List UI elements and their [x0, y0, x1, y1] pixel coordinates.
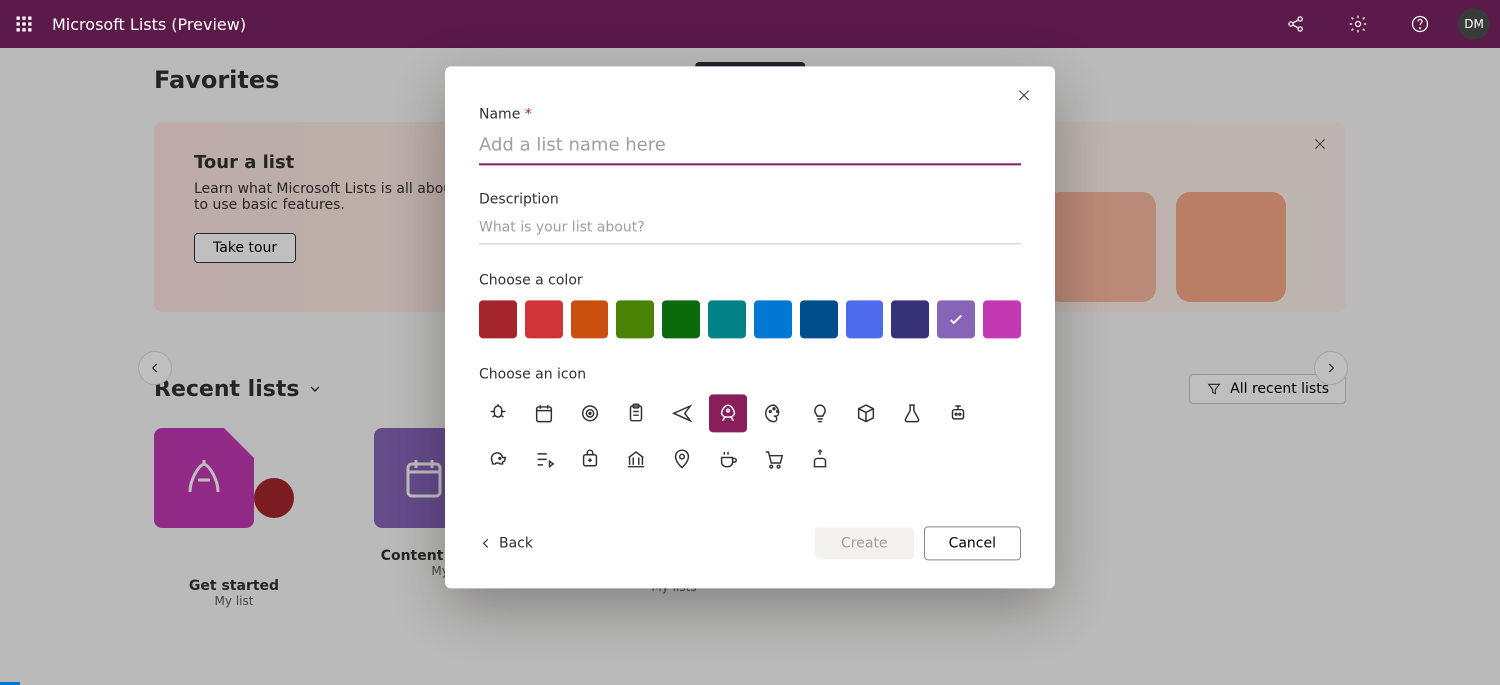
create-list-dialog: Name * Description Choose a color Choose… [445, 66, 1055, 588]
close-icon [1016, 87, 1032, 103]
description-input[interactable] [479, 213, 1021, 244]
color-swatch-green[interactable] [616, 300, 654, 338]
app-launcher-icon[interactable] [10, 10, 38, 38]
color-picker [479, 300, 1021, 338]
robot-icon-option[interactable] [939, 394, 977, 432]
coffee-icon-option[interactable] [709, 440, 747, 478]
share-icon[interactable] [1272, 0, 1320, 48]
color-swatch-lavender[interactable] [846, 300, 884, 338]
settings-icon[interactable] [1334, 0, 1382, 48]
beaker-icon-option[interactable] [893, 394, 931, 432]
app-header: Microsoft Lists (Preview) DM [0, 0, 1500, 48]
cancel-button[interactable]: Cancel [924, 526, 1021, 560]
name-field-label: Name * [479, 106, 1021, 122]
color-swatch-teal[interactable] [708, 300, 746, 338]
location-icon-option[interactable] [663, 440, 701, 478]
bank-icon-option[interactable] [617, 440, 655, 478]
color-swatch-red[interactable] [525, 300, 563, 338]
icon-picker [479, 394, 1021, 478]
color-swatch-orange[interactable] [571, 300, 609, 338]
cake-icon-option[interactable] [801, 440, 839, 478]
calendar-icon-option[interactable] [525, 394, 563, 432]
color-swatch-dark-blue[interactable] [800, 300, 838, 338]
rocket-icon-option[interactable] [709, 394, 747, 432]
piggybank-icon-option[interactable] [479, 440, 517, 478]
help-icon[interactable] [1396, 0, 1444, 48]
back-button-label: Back [499, 535, 533, 551]
chevron-left-icon [479, 536, 493, 550]
back-button[interactable]: Back [479, 535, 533, 551]
color-swatch-navy[interactable] [891, 300, 929, 338]
choose-color-label: Choose a color [479, 272, 1021, 288]
cart-icon-option[interactable] [755, 440, 793, 478]
name-input[interactable] [479, 128, 1021, 165]
palette-icon-option[interactable] [755, 394, 793, 432]
lightbulb-icon-option[interactable] [801, 394, 839, 432]
color-swatch-blue[interactable] [754, 300, 792, 338]
required-marker: * [525, 106, 532, 122]
color-swatch-dark-red[interactable] [479, 300, 517, 338]
clipboard-icon-option[interactable] [617, 394, 655, 432]
medical-icon-option[interactable] [571, 440, 609, 478]
target-icon-option[interactable] [571, 394, 609, 432]
dialog-close-button[interactable] [1009, 80, 1039, 110]
color-swatch-dark-green[interactable] [662, 300, 700, 338]
color-swatch-purple[interactable] [937, 300, 975, 338]
user-avatar[interactable]: DM [1458, 8, 1490, 40]
airplane-icon-option[interactable] [663, 394, 701, 432]
description-field-label: Description [479, 191, 1021, 207]
bug-icon-option[interactable] [479, 394, 517, 432]
choose-icon-label: Choose an icon [479, 366, 1021, 382]
create-button[interactable]: Create [815, 527, 914, 559]
playlist-icon-option[interactable] [525, 440, 563, 478]
color-swatch-pink[interactable] [983, 300, 1021, 338]
cube-icon-option[interactable] [847, 394, 885, 432]
app-title: Microsoft Lists (Preview) [52, 15, 246, 34]
name-label-text: Name [479, 106, 520, 122]
